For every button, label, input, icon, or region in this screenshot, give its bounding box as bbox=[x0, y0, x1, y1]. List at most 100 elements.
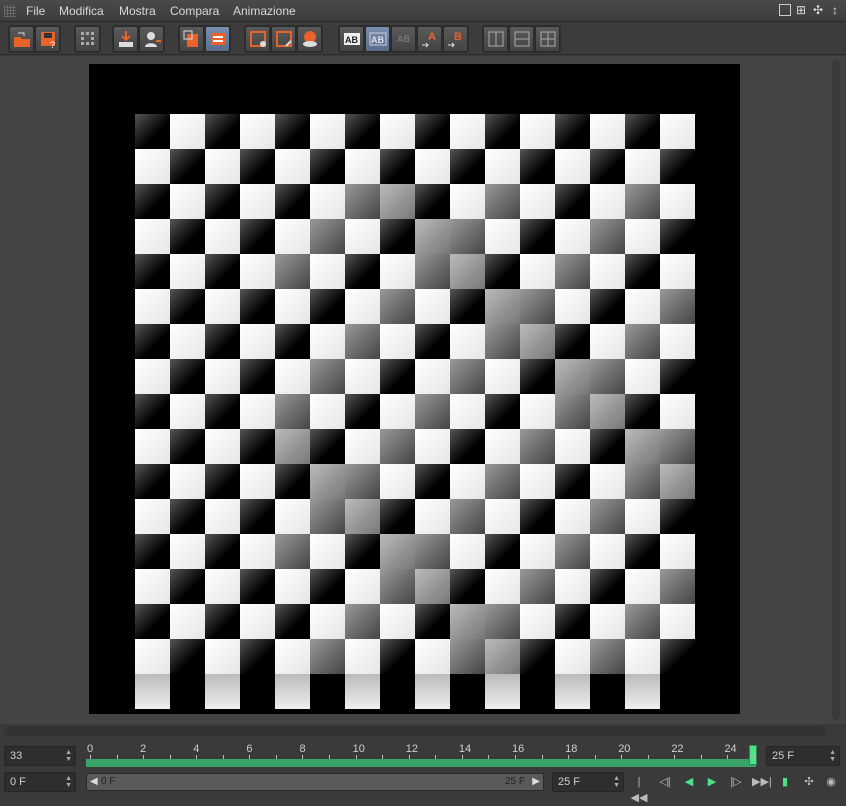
checker-cell bbox=[380, 219, 415, 254]
window-resize-icon[interactable]: ↕ bbox=[828, 3, 842, 17]
timeline-track[interactable] bbox=[86, 759, 756, 767]
grid-icon bbox=[81, 32, 94, 45]
compare-ab-active-button[interactable]: AB bbox=[365, 26, 390, 52]
compare-ab-active-icon: AB bbox=[369, 32, 387, 46]
checker-cell bbox=[415, 254, 450, 289]
checker-cell bbox=[485, 219, 520, 254]
checker-cell bbox=[485, 639, 520, 674]
next-key-icon: |▷ bbox=[730, 776, 742, 788]
compare-ab-button[interactable]: AB bbox=[339, 26, 364, 52]
checker-cell bbox=[450, 359, 485, 394]
checker-cell bbox=[625, 184, 660, 219]
record-button[interactable]: ✣ bbox=[800, 774, 818, 790]
user-export-button[interactable] bbox=[139, 26, 164, 52]
layer-copy-icon bbox=[183, 30, 198, 47]
window-new-icon[interactable]: ⊞ bbox=[794, 3, 808, 17]
checker-cell bbox=[625, 114, 660, 149]
timeline-ruler[interactable]: 0 2 4 6 8 10 12 14 16 18 20 22 24 bbox=[86, 743, 760, 769]
range-start-label: 0 F bbox=[101, 776, 116, 787]
play-forward-icon: ▶ bbox=[707, 776, 717, 788]
open-button[interactable] bbox=[9, 26, 34, 52]
preview-range-slider[interactable]: ◀ 0 F 25 F ▶ bbox=[86, 773, 544, 791]
play-backward-button[interactable]: ◀ bbox=[680, 774, 698, 790]
checker-cell bbox=[590, 324, 625, 359]
current-frame-field[interactable]: 33 ▲ ▼ bbox=[4, 746, 76, 766]
menu-animazione[interactable]: Animazione bbox=[233, 4, 296, 18]
checker-cell bbox=[520, 254, 555, 289]
stepper-arrows-icon[interactable]: ▲ ▼ bbox=[65, 775, 72, 789]
menu-modifica[interactable]: Modifica bbox=[59, 4, 104, 18]
set-a-button[interactable]: A bbox=[417, 26, 442, 52]
timeline-playhead[interactable] bbox=[749, 745, 757, 765]
checker-cell bbox=[205, 289, 240, 324]
range-right-arrow-icon[interactable]: ▶ bbox=[532, 774, 540, 790]
checker-cell bbox=[345, 429, 380, 464]
region-button[interactable] bbox=[245, 26, 270, 52]
window-maximize-icon[interactable] bbox=[779, 4, 791, 16]
checker-cell bbox=[380, 499, 415, 534]
save-button[interactable]: ? bbox=[35, 26, 60, 52]
import-button[interactable] bbox=[113, 26, 138, 52]
checker-cell bbox=[380, 534, 415, 569]
window-move-icon[interactable]: ✣ bbox=[811, 3, 825, 17]
vertical-scrollbar[interactable] bbox=[832, 60, 840, 720]
go-to-start-button[interactable]: |◀◀ bbox=[630, 774, 648, 804]
set-b-button[interactable]: B bbox=[443, 26, 468, 52]
checker-cell bbox=[660, 639, 695, 674]
stepper-arrows-icon[interactable]: ▲ ▼ bbox=[65, 749, 72, 763]
checker-cell bbox=[485, 464, 520, 499]
checker-cell bbox=[660, 359, 695, 394]
previous-key-button[interactable]: ◁| bbox=[656, 774, 674, 790]
set-a-icon: A bbox=[422, 31, 436, 48]
checker-cell bbox=[555, 219, 590, 254]
region-icon bbox=[250, 31, 266, 47]
stepper-arrows-icon[interactable]: ▲ ▼ bbox=[829, 749, 836, 763]
range-left-arrow-icon[interactable]: ◀ bbox=[90, 774, 98, 790]
checker-cell bbox=[485, 534, 520, 569]
checker-cell bbox=[380, 254, 415, 289]
checker-cell bbox=[310, 184, 345, 219]
checker-cell bbox=[240, 114, 275, 149]
checker-cell bbox=[275, 674, 310, 709]
checker-cell bbox=[450, 674, 485, 709]
checker-cell bbox=[450, 604, 485, 639]
checker-cell bbox=[485, 254, 520, 289]
region-edit-button[interactable] bbox=[271, 26, 296, 52]
checker-cell bbox=[240, 149, 275, 184]
start-frame-field[interactable]: 0 F ▲ ▼ bbox=[4, 772, 76, 792]
menu-compara[interactable]: Compara bbox=[170, 4, 219, 18]
grid-button[interactable] bbox=[75, 26, 100, 52]
loop-button[interactable]: ▮ bbox=[776, 774, 794, 790]
split-vertical-button[interactable] bbox=[509, 26, 534, 52]
checker-cell bbox=[310, 219, 345, 254]
checker-cell bbox=[170, 114, 205, 149]
set-a-label: A bbox=[428, 31, 436, 43]
panel-grip-icon[interactable] bbox=[4, 5, 16, 17]
go-to-end-button[interactable]: ▶▶| bbox=[752, 774, 772, 790]
go-to-end-icon: ▶▶| bbox=[752, 776, 772, 788]
checker-cell bbox=[520, 569, 555, 604]
play-forward-button[interactable]: ▶ bbox=[703, 774, 721, 790]
checker-cell bbox=[135, 149, 170, 184]
end-frame-field[interactable]: 25 F ▲ ▼ bbox=[766, 746, 840, 766]
checker-cell bbox=[625, 254, 660, 289]
split-grid-button[interactable] bbox=[535, 26, 560, 52]
preview-end-field[interactable]: 25 F ▲ ▼ bbox=[552, 772, 624, 792]
toolbar-group-region bbox=[244, 25, 323, 53]
menu-mostra[interactable]: Mostra bbox=[119, 4, 156, 18]
checker-cell bbox=[205, 639, 240, 674]
compare-ab-disabled-button[interactable]: AB bbox=[391, 26, 416, 52]
split-horizontal-button[interactable] bbox=[483, 26, 508, 52]
render-active-button[interactable] bbox=[205, 26, 230, 52]
stepper-arrows-icon[interactable]: ▲ ▼ bbox=[613, 775, 620, 789]
layer-copy-button[interactable] bbox=[179, 26, 204, 52]
region-view-button[interactable] bbox=[297, 26, 322, 52]
horizontal-scrollbar[interactable] bbox=[4, 726, 826, 736]
checker-cell bbox=[205, 114, 240, 149]
menu-file[interactable]: File bbox=[26, 4, 45, 18]
options-button[interactable]: ◉ bbox=[822, 774, 840, 790]
checker-cell bbox=[485, 324, 520, 359]
next-key-button[interactable]: |▷ bbox=[727, 774, 745, 790]
checker-cell bbox=[520, 499, 555, 534]
checker-cell bbox=[310, 394, 345, 429]
